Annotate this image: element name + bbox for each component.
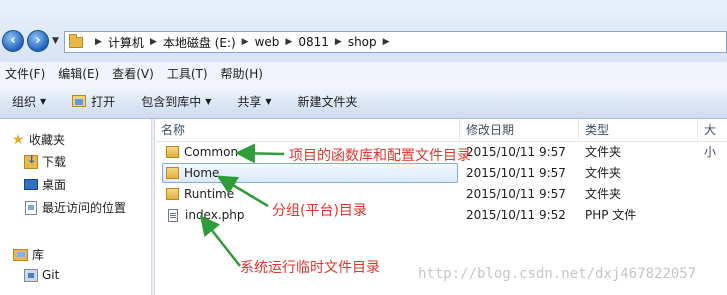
address-bar-area: ‹ › ▼ ▶ 计算机 ▶ 本地磁盘 (E:) ▶ web ▶ 0811 ▶ s… bbox=[0, 0, 727, 62]
nav-recent-label: 最近访问的位置 bbox=[42, 201, 127, 215]
file-name: Common bbox=[184, 145, 239, 159]
menu-edit[interactable]: 编辑(E) bbox=[53, 65, 107, 82]
breadcrumb-computer[interactable]: 计算机 bbox=[108, 34, 144, 51]
menu-bar: 文件(F) 编辑(E) 查看(V) 工具(T) 帮助(H) bbox=[0, 62, 727, 85]
nav-downloads-label: 下载 bbox=[42, 155, 67, 169]
chevron-right-icon[interactable]: ▶ bbox=[285, 37, 292, 47]
chevron-right-icon[interactable]: ▶ bbox=[242, 37, 249, 47]
file-modified: 2015/10/11 9:57 bbox=[466, 187, 566, 201]
menu-tools[interactable]: 工具(T) bbox=[162, 65, 216, 82]
open-icon bbox=[72, 95, 87, 107]
file-name-cell[interactable]: Home bbox=[162, 163, 458, 183]
file-modified: 2015/10/11 9:57 bbox=[466, 166, 566, 180]
organize-label: 组织 bbox=[12, 94, 37, 109]
folder-icon bbox=[166, 188, 179, 200]
file-type: 文件夹 bbox=[585, 166, 622, 180]
chevron-right-icon[interactable]: ▶ bbox=[335, 37, 342, 47]
nav-libraries-label: 库 bbox=[32, 248, 45, 262]
menu-view[interactable]: 查看(V) bbox=[107, 65, 162, 82]
breadcrumb-shop[interactable]: shop bbox=[348, 35, 377, 49]
new-folder-label: 新建文件夹 bbox=[297, 94, 358, 109]
organize-button[interactable]: 组织 ▼ bbox=[0, 93, 60, 110]
breadcrumb-drive-e[interactable]: 本地磁盘 (E:) bbox=[163, 34, 236, 51]
file-row-runtime[interactable]: Runtime 2015/10/11 9:57 文件夹 bbox=[162, 184, 727, 204]
forward-arrow-icon[interactable]: › bbox=[27, 30, 49, 52]
annotation-runtime: 系统运行临时文件目录 bbox=[240, 260, 380, 276]
column-header-name[interactable]: 名称 bbox=[155, 119, 460, 141]
include-in-library-label: 包含到库中 bbox=[141, 94, 202, 109]
file-row-index-php[interactable]: index.php 2015/10/11 9:52 PHP 文件 bbox=[162, 205, 727, 225]
annotation-home: 分组(平台)目录 bbox=[272, 203, 367, 219]
nav-git-label: Git bbox=[42, 268, 60, 282]
nav-desktop[interactable]: 桌面 bbox=[24, 176, 66, 193]
include-in-library-button[interactable]: 包含到库中 ▼ bbox=[129, 93, 225, 110]
menu-help[interactable]: 帮助(H) bbox=[216, 65, 271, 82]
file-row-home[interactable]: Home 2015/10/11 9:57 文件夹 bbox=[162, 163, 727, 183]
nav-downloads[interactable]: 下载 bbox=[24, 153, 66, 170]
breadcrumb-web[interactable]: web bbox=[255, 35, 280, 49]
nav-libraries[interactable]: 库 bbox=[13, 246, 44, 263]
file-type: PHP 文件 bbox=[585, 208, 637, 222]
file-type: 文件夹 bbox=[585, 145, 622, 159]
folder-icon bbox=[166, 146, 179, 158]
chevron-right-icon[interactable]: ▶ bbox=[95, 37, 102, 47]
file-name: index.php bbox=[185, 208, 245, 222]
nav-favorites[interactable]: ★ 收藏夹 bbox=[11, 131, 65, 148]
libraries-icon bbox=[13, 248, 28, 261]
folder-icon bbox=[166, 167, 179, 179]
file-type: 文件夹 bbox=[585, 187, 622, 201]
menu-file[interactable]: 文件(F) bbox=[0, 65, 53, 82]
chevron-right-icon[interactable]: ▶ bbox=[383, 37, 390, 47]
breadcrumb-0811[interactable]: 0811 bbox=[298, 35, 329, 49]
star-icon: ★ bbox=[11, 131, 25, 148]
chevron-down-icon: ▼ bbox=[205, 96, 212, 106]
git-library-icon bbox=[24, 268, 38, 282]
chevron-right-icon[interactable]: ▶ bbox=[150, 37, 157, 47]
nav-recent[interactable]: 最近访问的位置 bbox=[24, 199, 126, 216]
file-modified: 2015/10/11 9:52 bbox=[466, 208, 566, 222]
share-label: 共享 bbox=[237, 94, 262, 109]
open-label: 打开 bbox=[91, 94, 116, 109]
column-header-size[interactable]: 大小 bbox=[698, 119, 727, 159]
chevron-down-icon: ▼ bbox=[40, 96, 47, 106]
chevron-down-icon: ▼ bbox=[265, 96, 272, 106]
new-folder-button[interactable]: 新建文件夹 bbox=[286, 93, 372, 110]
file-name: Runtime bbox=[184, 187, 235, 201]
nav-favorites-label: 收藏夹 bbox=[29, 133, 66, 147]
navigation-pane: ★ 收藏夹 下载 桌面 最近访问的位置 库 Git bbox=[0, 119, 151, 295]
address-box[interactable]: ▶ 计算机 ▶ 本地磁盘 (E:) ▶ web ▶ 0811 ▶ shop ▶ bbox=[64, 31, 727, 53]
recent-pages-dropdown-icon[interactable]: ▼ bbox=[52, 36, 59, 46]
command-toolbar: 组织 ▼ 打开 包含到库中 ▼ 共享 ▼ 新建文件夹 bbox=[0, 84, 727, 119]
recent-places-icon bbox=[25, 200, 37, 215]
desktop-icon bbox=[24, 179, 38, 190]
nav-desktop-label: 桌面 bbox=[42, 178, 67, 192]
downloads-icon bbox=[24, 153, 38, 169]
php-file-icon bbox=[168, 208, 178, 222]
folder-icon bbox=[69, 33, 83, 48]
nav-git[interactable]: Git bbox=[24, 268, 59, 282]
column-header-type[interactable]: 类型 bbox=[579, 119, 698, 141]
back-arrow-icon[interactable]: ‹ bbox=[2, 30, 24, 52]
share-button[interactable]: 共享 ▼ bbox=[225, 93, 285, 110]
file-modified: 2015/10/11 9:57 bbox=[466, 145, 566, 159]
column-header-modified[interactable]: 修改日期 bbox=[460, 119, 579, 141]
annotation-common: 项目的函数库和配置文件目录 bbox=[289, 148, 471, 164]
watermark: http://blog.csdn.net/dxj467822057 bbox=[418, 266, 697, 282]
open-button[interactable]: 打开 bbox=[60, 93, 129, 110]
file-name: Home bbox=[184, 166, 220, 180]
